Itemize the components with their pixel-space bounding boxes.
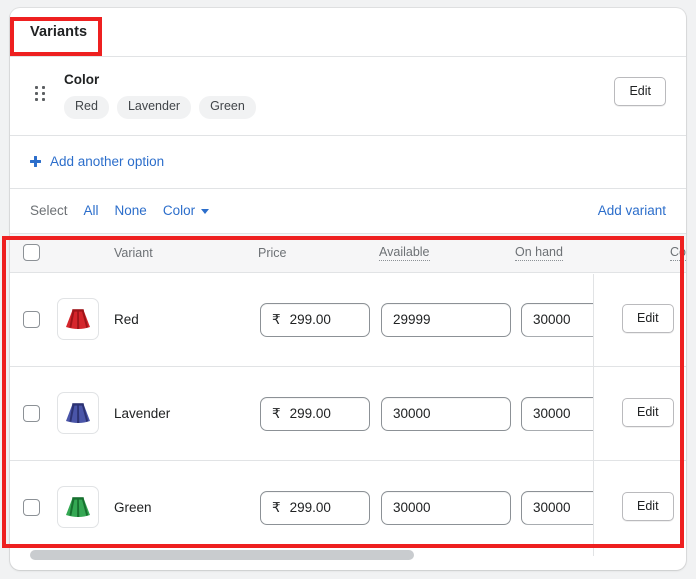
skirt-thumbnail-green[interactable] [57, 485, 99, 528]
on-hand-field-clip: 30000 [521, 396, 593, 431]
select-none-link[interactable]: None [115, 203, 147, 218]
row-checkbox-wrap [23, 404, 40, 422]
add-variant-button[interactable]: Add variant [598, 203, 666, 218]
price-value: 299.00 [289, 500, 331, 516]
table-row: Green ₹299.00 30000 30000 Edit [10, 460, 686, 555]
table-header-row: Variant Price Available On hand Co [10, 232, 686, 273]
screen: Variants Color Red Lavender Green Edit A… [0, 0, 696, 579]
add-option-row: Add another option [10, 136, 686, 188]
add-another-option-button[interactable]: Add another option [30, 154, 164, 169]
table-row: Lavender ₹299.00 30000 30000 Edit [10, 366, 686, 461]
price-value: 299.00 [289, 312, 331, 328]
row-checkbox-wrap [23, 498, 40, 516]
select-label: Select [30, 203, 68, 219]
option-value-chip: Green [199, 96, 256, 119]
option-values: Red Lavender Green [64, 96, 614, 119]
edit-variant-button[interactable]: Edit [622, 397, 674, 428]
select-color-dropdown[interactable]: Color [162, 203, 210, 219]
select-all-checkbox[interactable] [23, 244, 40, 262]
available-value: 30000 [393, 500, 431, 516]
row-checkbox-wrap [23, 310, 40, 328]
variants-table: Variant Price Available On hand Co Red ₹2… [10, 232, 686, 556]
select-all-link[interactable]: All [84, 203, 99, 218]
row-edit-wrap: Edit [622, 303, 674, 334]
available-field[interactable]: 30000 [381, 396, 511, 431]
skirt-thumbnail-red[interactable] [57, 297, 99, 340]
plus-icon [30, 156, 41, 168]
horizontal-scrollbar[interactable] [30, 550, 666, 560]
currency-symbol: ₹ [272, 499, 281, 515]
select-all-checkbox-wrap [23, 244, 40, 262]
on-hand-field-clip: 30000 [521, 302, 593, 337]
option-body: Color Red Lavender Green [64, 71, 614, 119]
option-edit-wrap: Edit [614, 77, 666, 107]
row-edit-wrap: Edit [622, 397, 674, 428]
row-select-checkbox[interactable] [23, 310, 40, 328]
variants-card: Variants Color Red Lavender Green Edit A… [10, 8, 686, 570]
option-value-chip: Lavender [116, 96, 192, 119]
price-field[interactable]: ₹299.00 [260, 302, 370, 337]
edit-variant-button[interactable]: Edit [622, 303, 674, 334]
drag-dots-icon[interactable] [30, 83, 50, 103]
row-edit-wrap: Edit [622, 491, 674, 522]
variant-name: Lavender [114, 405, 171, 421]
chevron-down-icon [201, 209, 210, 215]
row-select-checkbox[interactable] [23, 498, 40, 516]
option-row-color: Color Red Lavender Green Edit [10, 57, 686, 135]
column-header-on-hand[interactable]: On hand [515, 245, 563, 261]
edit-option-button[interactable]: Edit [614, 77, 666, 107]
table-body: Red ₹299.00 29999 30000 Edit Lavender ₹299.00 3… [10, 272, 686, 555]
row-select-checkbox[interactable] [23, 404, 40, 422]
on-hand-field[interactable]: 30000 [521, 490, 593, 525]
currency-symbol: ₹ [272, 311, 281, 327]
column-header-available[interactable]: Available [379, 245, 430, 261]
table-row: Red ₹299.00 29999 30000 Edit [10, 272, 686, 367]
available-value: 30000 [393, 406, 431, 422]
sticky-column-divider [593, 273, 594, 556]
option-value-chip: Red [64, 96, 109, 119]
on-hand-value: 30000 [533, 406, 571, 422]
edit-variant-button[interactable]: Edit [622, 491, 674, 522]
column-header-variant: Variant [114, 245, 153, 260]
price-value: 299.00 [289, 406, 331, 422]
column-header-price: Price [258, 245, 287, 260]
variant-name: Red [114, 311, 139, 327]
select-color-label: Color [162, 203, 196, 219]
add-another-option-label: Add another option [50, 154, 165, 170]
available-field[interactable]: 30000 [381, 490, 511, 525]
currency-symbol: ₹ [272, 405, 281, 421]
variant-name: Green [114, 499, 152, 515]
scrollbar-thumb[interactable] [30, 550, 414, 560]
column-header-committed-truncated[interactable]: Co [670, 245, 686, 261]
on-hand-field[interactable]: 30000 [521, 302, 593, 337]
select-toolbar: Select All None Color Add variant [10, 189, 686, 233]
on-hand-field-clip: 30000 [521, 490, 593, 525]
price-field[interactable]: ₹299.00 [260, 490, 370, 525]
on-hand-value: 30000 [533, 312, 571, 328]
on-hand-field[interactable]: 30000 [521, 396, 593, 431]
price-field[interactable]: ₹299.00 [260, 396, 370, 431]
skirt-thumbnail-lavender[interactable] [57, 391, 99, 434]
page-title: Variants [30, 24, 88, 40]
available-value: 29999 [393, 312, 431, 328]
on-hand-value: 30000 [533, 500, 571, 516]
option-name: Color [64, 72, 100, 87]
card-header: Variants [10, 8, 686, 56]
available-field[interactable]: 29999 [381, 302, 511, 337]
